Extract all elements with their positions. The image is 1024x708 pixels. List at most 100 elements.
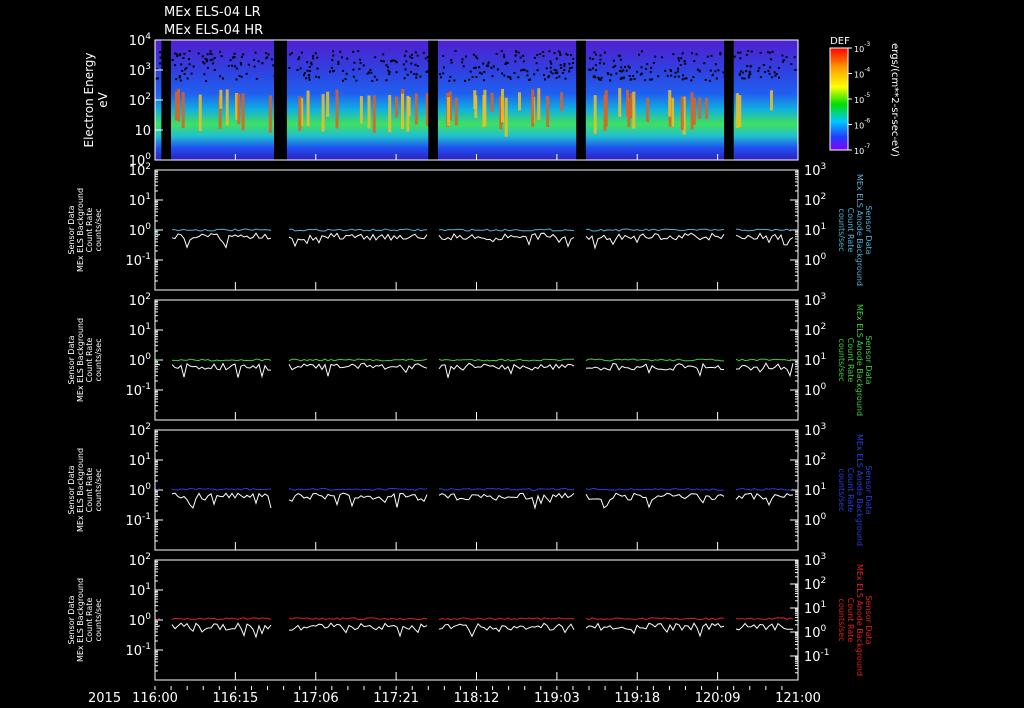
right-ylabel-line: Sensor Data (864, 335, 873, 384)
spectrogram-speckle (359, 62, 362, 65)
spectrogram-speckle (240, 75, 243, 78)
spectrogram-ytick-label: 102 (129, 92, 151, 109)
spectrogram-burst (298, 96, 302, 131)
spectrogram-speckle (535, 62, 538, 65)
spectrogram-speckle (628, 74, 631, 77)
spectrogram-speckle (495, 53, 498, 55)
spectrogram-speckle (288, 66, 291, 69)
spectrogram-speckle (395, 61, 398, 64)
spectrogram-burst (632, 91, 636, 129)
spectrogram-speckle (416, 64, 419, 67)
spectrogram-speckle (696, 68, 699, 71)
spectrogram-speckle (561, 71, 564, 74)
spectrogram-speckle (368, 71, 370, 74)
spectrogram-speckle (666, 74, 669, 77)
spectrogram-speckle (315, 75, 318, 78)
spectrogram-speckle (569, 54, 572, 57)
spectrogram-speckle (717, 69, 720, 72)
spectrogram-speckle (306, 61, 309, 64)
spectrogram-speckle (514, 54, 517, 57)
spectrogram-speckle (764, 71, 767, 73)
spectrogram-speckle (485, 64, 488, 67)
spectrogram-burst (237, 93, 241, 125)
right-tick-label: 102 (804, 452, 826, 469)
spectrogram-speckle (555, 57, 558, 60)
count-rate-panel-3: 10210110010-1103102101100Sensor Data MEx … (67, 422, 873, 551)
spectrogram-speckle (677, 67, 680, 70)
spectrogram-burst (367, 95, 371, 129)
x-tick-label: 120:09 (695, 691, 741, 706)
spectrogram-speckle (572, 62, 574, 65)
spectrogram-speckle (331, 59, 334, 62)
spectrogram-burst (627, 97, 631, 128)
spectrogram-burst (690, 92, 694, 130)
spectrogram-speckle (542, 51, 545, 53)
right-tick-label: 100 (804, 382, 827, 399)
spectrogram-speckle (448, 79, 451, 82)
left-tick-label: 100 (129, 222, 152, 239)
x-tick-label: 116:00 (132, 691, 178, 706)
right-ylabel-line: Sensor Data (864, 595, 873, 644)
spectrogram-speckle (770, 58, 773, 61)
spectrogram-speckle (652, 61, 655, 64)
spectrogram-speckle (346, 57, 349, 60)
spectrogram-speckle (329, 70, 331, 73)
spectrogram-speckle (568, 70, 571, 73)
spectrogram-speckle (677, 70, 679, 73)
spectrogram-speckle (439, 73, 442, 76)
data-gap-4 (724, 40, 734, 160)
spectrogram-speckle (592, 75, 595, 78)
mex-els-plot: MEx ELS-04 LR MEx ELS-04 HR 104103102101… (67, 5, 900, 706)
spectrogram-burst (518, 92, 521, 111)
left-tick-label: 101 (129, 192, 151, 209)
spectrogram-speckle (750, 65, 753, 68)
spectrogram-speckle (171, 59, 174, 61)
left-tick-label: 10-1 (125, 642, 151, 659)
spectrogram-speckle (769, 66, 772, 69)
spectrogram-speckle (355, 79, 358, 82)
spectrogram-speckle (303, 72, 306, 75)
right-ylabel: Sensor DataMEx ELS Anode BackgroundCount… (837, 304, 873, 416)
spectrogram-speckle (475, 55, 477, 58)
spectrogram-burst (735, 93, 739, 129)
count-rate-panels: 102 101 100 10-1 103 102 101 100 Sensor Data MEx … (67, 162, 873, 681)
left-ylabel-line: Sensor Data (67, 335, 76, 384)
right-tick-label: 103 (804, 162, 826, 179)
spectrogram-speckle (555, 76, 558, 79)
spectrogram-speckle (559, 51, 561, 54)
spectrogram-speckle (425, 71, 428, 73)
spectrogram-speckle (706, 55, 709, 58)
spectrogram-speckle (526, 74, 529, 77)
left-ylabel: Sensor Data MEx ELS Background Count Rate c… (67, 318, 103, 402)
spectrogram-ytick-label: 10 (134, 124, 151, 139)
spectrogram-speckle (192, 65, 195, 68)
left-ylabel: Sensor Data MEx ELS Background Count Rate c… (67, 578, 103, 662)
spectrogram-speckle (550, 62, 553, 65)
left-tick-label: 101 (129, 582, 151, 599)
series-line-1 (156, 617, 794, 621)
spectrogram-burst (603, 94, 607, 132)
spectrogram-speckle (679, 64, 682, 66)
x-tick-label: 118:12 (454, 691, 500, 706)
spectrogram-speckle (480, 72, 483, 75)
left-tick-label: 101 (129, 452, 151, 469)
spectrogram-speckle (739, 73, 741, 76)
spectrogram-speckle (392, 59, 395, 62)
spectrogram-speckle (558, 75, 561, 78)
spectrogram-speckle (316, 56, 319, 59)
spectrogram-burst (225, 89, 229, 126)
spectrogram-speckle (741, 71, 744, 74)
spectrogram-speckle (549, 66, 552, 69)
spectrogram-speckle (219, 75, 221, 78)
spectrogram-speckle (610, 73, 613, 76)
left-tick-label: 102 (129, 422, 151, 439)
spectrogram-speckle (633, 78, 636, 81)
spectrogram-speckle (568, 67, 571, 70)
spectrogram-burst (560, 92, 564, 111)
spectrogram-speckle (612, 59, 615, 62)
spectrogram-speckle (353, 61, 356, 64)
spectrogram-speckle (308, 76, 311, 79)
left-tick-label: 102 (129, 162, 151, 179)
left-tick-label: 100 (129, 612, 152, 629)
spectrogram-speckle (542, 55, 545, 58)
